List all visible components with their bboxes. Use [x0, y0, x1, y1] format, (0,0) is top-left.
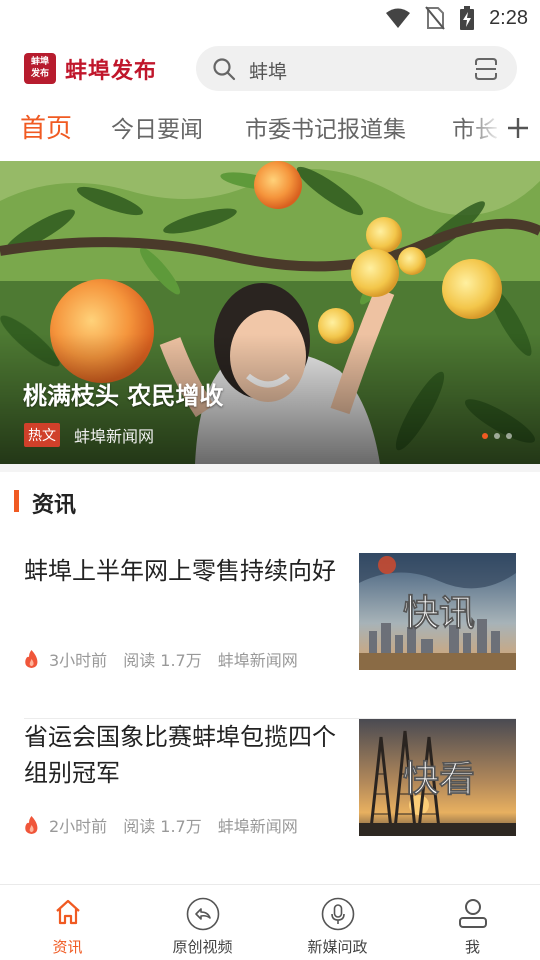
- news-thumbnail[interactable]: 快讯: [359, 553, 516, 670]
- tab-home[interactable]: 首页: [20, 108, 72, 145]
- clock: 2:28: [489, 6, 528, 29]
- section-accent-bar: [14, 490, 19, 512]
- news-meta: 3小时前 阅读 1.7万 蚌埠新闻网: [24, 647, 298, 671]
- battery-charging-icon: [460, 6, 475, 30]
- video-icon: [186, 897, 219, 931]
- banner-title[interactable]: 桃满枝头 农民增收: [23, 376, 223, 411]
- hot-tag: 热文: [24, 423, 60, 447]
- nav-media-inquiry[interactable]: 新媒问政: [270, 885, 405, 960]
- fire-icon: [25, 816, 38, 834]
- news-item[interactable]: 蚌埠上半年网上零售持续向好 3小时前 阅读 1.7万 蚌埠新闻网 快讯: [24, 553, 516, 719]
- app-logo: 蚌埠 发布: [24, 53, 56, 84]
- nav-me[interactable]: 我: [405, 885, 540, 960]
- app-name: 蚌埠发布: [65, 59, 158, 84]
- news-source: 蚌埠新闻网: [217, 817, 298, 836]
- channel-tabs: 首页 今日要闻 市委书记报道集 市长: [0, 104, 540, 152]
- user-icon: [458, 899, 487, 928]
- search-bar[interactable]: 蚌埠: [196, 46, 517, 91]
- news-source: 蚌埠新闻网: [217, 651, 298, 670]
- nav-label: 原创视频: [172, 938, 233, 956]
- plus-icon: [508, 118, 528, 138]
- carousel-dot[interactable]: [494, 433, 500, 439]
- microphone-icon: [321, 897, 354, 931]
- add-channel-button[interactable]: [502, 104, 540, 152]
- bottom-navigation: 资讯 原创视频 新媒问政 我: [0, 884, 540, 960]
- carousel-dot[interactable]: [482, 433, 488, 439]
- home-icon: [55, 899, 80, 925]
- search-icon: [213, 58, 236, 81]
- nav-label: 新媒问政: [307, 938, 368, 956]
- carousel-indicator: [482, 433, 512, 439]
- nav-news[interactable]: 资讯: [0, 885, 135, 960]
- nav-label: 资讯: [52, 938, 83, 956]
- news-thumbnail[interactable]: 快看: [359, 719, 516, 836]
- news-title[interactable]: 省运会国象比赛蚌埠包揽四个组别冠军: [24, 719, 344, 791]
- tab-party-secretary-reports[interactable]: 市委书记报道集: [245, 110, 406, 144]
- no-sim-icon: [425, 6, 445, 30]
- banner-source: 蚌埠新闻网: [74, 427, 155, 446]
- scan-icon[interactable]: [473, 56, 499, 82]
- wifi-icon: [386, 8, 411, 28]
- news-time: 2小时前: [49, 817, 108, 836]
- news-title[interactable]: 蚌埠上半年网上零售持续向好: [24, 553, 344, 589]
- status-bar: 2:28: [0, 0, 540, 36]
- thumbnail-image: 快看: [359, 719, 516, 836]
- fire-icon: [25, 650, 38, 668]
- banner-carousel[interactable]: 桃满枝头 农民增收 热文 蚌埠新闻网: [0, 161, 540, 464]
- carousel-dot[interactable]: [506, 433, 512, 439]
- thumbnail-caption: 快看: [403, 759, 475, 800]
- tab-today-news[interactable]: 今日要闻: [111, 110, 203, 144]
- news-item[interactable]: 省运会国象比赛蚌埠包揽四个组别冠军 2小时前 阅读 1.7万 蚌埠新闻网 快看: [24, 719, 516, 885]
- thumbnail-caption: 快讯: [403, 593, 475, 634]
- news-reads: 阅读 1.7万: [123, 817, 202, 836]
- news-reads: 阅读 1.7万: [123, 651, 202, 670]
- search-input[interactable]: 蚌埠: [249, 57, 287, 84]
- news-time: 3小时前: [49, 651, 108, 670]
- news-meta: 2小时前 阅读 1.7万 蚌埠新闻网: [24, 813, 298, 837]
- thumbnail-image: 快讯: [359, 553, 516, 670]
- divider: [0, 464, 540, 472]
- app-header: 蚌埠 发布 蚌埠发布 蚌埠: [0, 40, 540, 96]
- nav-label: 我: [464, 938, 480, 956]
- section-title: 资讯: [32, 493, 77, 518]
- nav-original-video[interactable]: 原创视频: [135, 885, 270, 960]
- tab-fade: [466, 104, 506, 152]
